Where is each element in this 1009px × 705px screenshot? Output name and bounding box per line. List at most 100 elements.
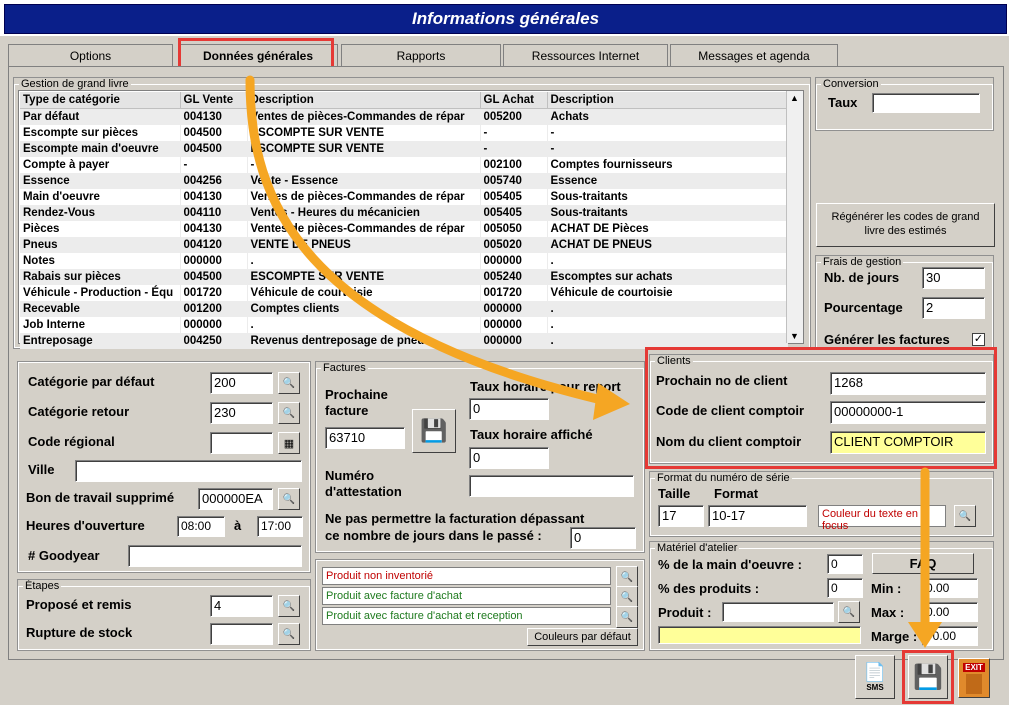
col-description-vente[interactable]: Description bbox=[247, 92, 481, 109]
nb-jours-input[interactable]: 30 bbox=[922, 267, 985, 289]
bon-travail-input[interactable]: 000000EA bbox=[198, 488, 273, 510]
search-icon: 🔍 bbox=[620, 611, 634, 623]
table-cell: - bbox=[180, 157, 248, 173]
search-icon: 🔍 bbox=[282, 628, 296, 640]
taux-input[interactable] bbox=[872, 93, 980, 113]
table-row[interactable]: Main d'oeuvre 004130 Ventes de pièces-Comm… bbox=[20, 189, 788, 205]
table-row[interactable]: Recevable 001200 Comptes clients 000000. bbox=[20, 301, 788, 317]
table-row[interactable]: Rendez-Vous 004110 Ventes - Heures du méca… bbox=[20, 205, 788, 221]
ledger-scrollbar[interactable]: ▲ ▼ bbox=[786, 91, 803, 343]
couleur-non-inventorie-field[interactable]: Produit non inventorié bbox=[322, 567, 611, 585]
produit-description-field bbox=[658, 626, 861, 644]
main-oeuvre-input[interactable]: 0 bbox=[827, 554, 863, 574]
cat-defaut-lookup-button[interactable]: 🔍 bbox=[278, 372, 300, 394]
propose-input[interactable]: 4 bbox=[210, 595, 273, 617]
table-cell: 004130 bbox=[180, 221, 248, 237]
tab-ressources-internet[interactable]: Ressources Internet bbox=[503, 44, 668, 66]
exit-button[interactable]: EXIT bbox=[958, 658, 990, 698]
table-row[interactable]: Escompte main d'oeuvre 004500 ESCOMPTE SUR… bbox=[20, 141, 788, 157]
couleur-facture-reception-button[interactable]: 🔍 bbox=[616, 606, 638, 628]
bon-travail-lookup-button[interactable]: 🔍 bbox=[278, 488, 300, 510]
table-cell: Revenus dentreposage de pneus bbox=[247, 333, 481, 349]
taux-affiche-input[interactable]: 0 bbox=[469, 447, 549, 469]
table-row[interactable]: Escompte sur pièces 004500 ESCOMPTE SUR VE… bbox=[20, 125, 788, 141]
min-input[interactable]: 0.00 bbox=[922, 578, 978, 598]
regen-gl-button[interactable]: Régénérer les codes de grand livre des e… bbox=[816, 203, 995, 247]
col-gl-vente[interactable]: GL Vente bbox=[180, 92, 248, 109]
rupture-input[interactable] bbox=[210, 623, 273, 645]
taux-label: Taux bbox=[828, 95, 858, 110]
table-cell: Sous-traitants bbox=[547, 205, 788, 221]
door-icon bbox=[966, 673, 982, 694]
table-row[interactable]: Compte à payer - -002100 Comptes fournisseu… bbox=[20, 157, 788, 173]
code-regional-input[interactable] bbox=[210, 432, 273, 454]
table-row[interactable]: Rabais sur pièces 004500 ESCOMPTE SUR VENT… bbox=[20, 269, 788, 285]
table-row[interactable]: Notes 000000. 000000. bbox=[20, 253, 788, 269]
taux-report-input[interactable]: 0 bbox=[469, 398, 549, 420]
sms-button[interactable]: 📄 SMS bbox=[855, 655, 895, 699]
cat-retour-input[interactable]: 230 bbox=[210, 402, 273, 424]
pourcentage-input[interactable]: 2 bbox=[922, 297, 985, 319]
table-row[interactable]: Véhicule - Production - Équ 001720 Véhicul… bbox=[20, 285, 788, 301]
table-row[interactable]: Pièces 004130 Ventes de pièces-Commandes d… bbox=[20, 221, 788, 237]
depasse-input[interactable]: 0 bbox=[570, 527, 636, 549]
couleur-focus-field[interactable]: Couleur du texte en focus bbox=[818, 505, 946, 532]
prochaine-facture-label-2: facture bbox=[325, 403, 369, 418]
prochaine-facture-input[interactable]: 63710 bbox=[325, 427, 405, 449]
table-cell: 004500 bbox=[180, 269, 248, 285]
couleur-focus-button[interactable]: 🔍 bbox=[954, 505, 976, 527]
table-cell: 000000 bbox=[480, 317, 548, 333]
couleurs-defaut-button[interactable]: Couleurs par défaut bbox=[527, 628, 638, 646]
couleur-facture-achat-field[interactable]: Produit avec facture d'achat bbox=[322, 587, 611, 605]
table-cell: Ventes - Heures du mécanicien bbox=[247, 205, 481, 221]
marge-label: Marge : bbox=[871, 629, 918, 644]
goodyear-input[interactable] bbox=[128, 545, 302, 567]
max-input[interactable]: 0.00 bbox=[922, 602, 978, 622]
col-type[interactable]: Type de catégorie bbox=[20, 92, 181, 109]
marge-input[interactable]: 70.00 bbox=[922, 626, 978, 646]
cat-retour-lookup-button[interactable]: 🔍 bbox=[278, 402, 300, 424]
couleur-facture-reception-text: Produit avec facture d'achat et receptio… bbox=[326, 610, 523, 622]
tab-rapports[interactable]: Rapports bbox=[341, 44, 501, 66]
couleur-non-inventorie-button[interactable]: 🔍 bbox=[616, 566, 638, 588]
couleur-facture-achat-button[interactable]: 🔍 bbox=[616, 586, 638, 608]
scroll-up-icon[interactable]: ▲ bbox=[790, 93, 799, 103]
table-row[interactable]: Job Interne 000000. 000000. bbox=[20, 317, 788, 333]
heures-to-input[interactable]: 17:00 bbox=[257, 516, 303, 537]
heures-from-input[interactable]: 08:00 bbox=[177, 516, 225, 537]
ville-input[interactable] bbox=[75, 460, 302, 482]
cat-defaut-input[interactable]: 200 bbox=[210, 372, 273, 394]
propose-lookup-button[interactable]: 🔍 bbox=[278, 595, 300, 617]
table-cell: Escompte main d'oeuvre bbox=[20, 141, 181, 157]
table-cell: Comptes fournisseurs bbox=[547, 157, 788, 173]
format-input[interactable]: 10-17 bbox=[708, 505, 807, 527]
tab-options[interactable]: Options bbox=[8, 44, 173, 66]
couleur-facture-reception-field[interactable]: Produit avec facture d'achat et receptio… bbox=[322, 607, 611, 625]
attestation-input[interactable] bbox=[469, 475, 634, 497]
ledger-grid[interactable]: Type de catégorie GL Vente Description G… bbox=[18, 90, 804, 349]
serie-legend: Format du numéro de série bbox=[657, 472, 790, 484]
code-regional-button[interactable]: ▦ bbox=[278, 432, 300, 454]
table-cell: Ventes de pièces-Commandes de répar bbox=[247, 108, 481, 125]
produit-lookup-button[interactable]: 🔍 bbox=[838, 601, 860, 623]
col-description-achat[interactable]: Description bbox=[547, 92, 788, 109]
table-row[interactable]: Pneus 004120 VENTE DE PNEUS 005020 ACHAT DE … bbox=[20, 237, 788, 253]
table-row[interactable]: Par défaut 004130 Ventes de pièces-Command… bbox=[20, 108, 788, 125]
faq-button[interactable]: FAQ bbox=[872, 553, 974, 574]
produits-pct-input[interactable]: 0 bbox=[827, 578, 863, 598]
rupture-lookup-button[interactable]: 🔍 bbox=[278, 623, 300, 645]
tab-messages-agenda[interactable]: Messages et agenda bbox=[670, 44, 838, 66]
table-row[interactable]: Essence 004256 Vente - Essence 005740 Essenc… bbox=[20, 173, 788, 189]
search-icon: 🔍 bbox=[282, 493, 296, 505]
table-cell: VENTE DE PNEUS bbox=[247, 237, 481, 253]
main-oeuvre-label: % de la main d'oeuvre : bbox=[658, 557, 802, 572]
taille-input[interactable]: 17 bbox=[658, 505, 704, 527]
produit-input[interactable] bbox=[722, 602, 834, 622]
save-facture-button[interactable]: 💾 bbox=[412, 409, 456, 453]
table-cell: - bbox=[480, 141, 548, 157]
table-cell: ESCOMPTE SUR VENTE bbox=[247, 141, 481, 157]
scroll-down-icon[interactable]: ▼ bbox=[790, 331, 799, 341]
col-gl-achat[interactable]: GL Achat bbox=[480, 92, 548, 109]
table-cell: 005240 bbox=[480, 269, 548, 285]
generer-factures-checkbox[interactable]: ✓ bbox=[972, 333, 985, 346]
